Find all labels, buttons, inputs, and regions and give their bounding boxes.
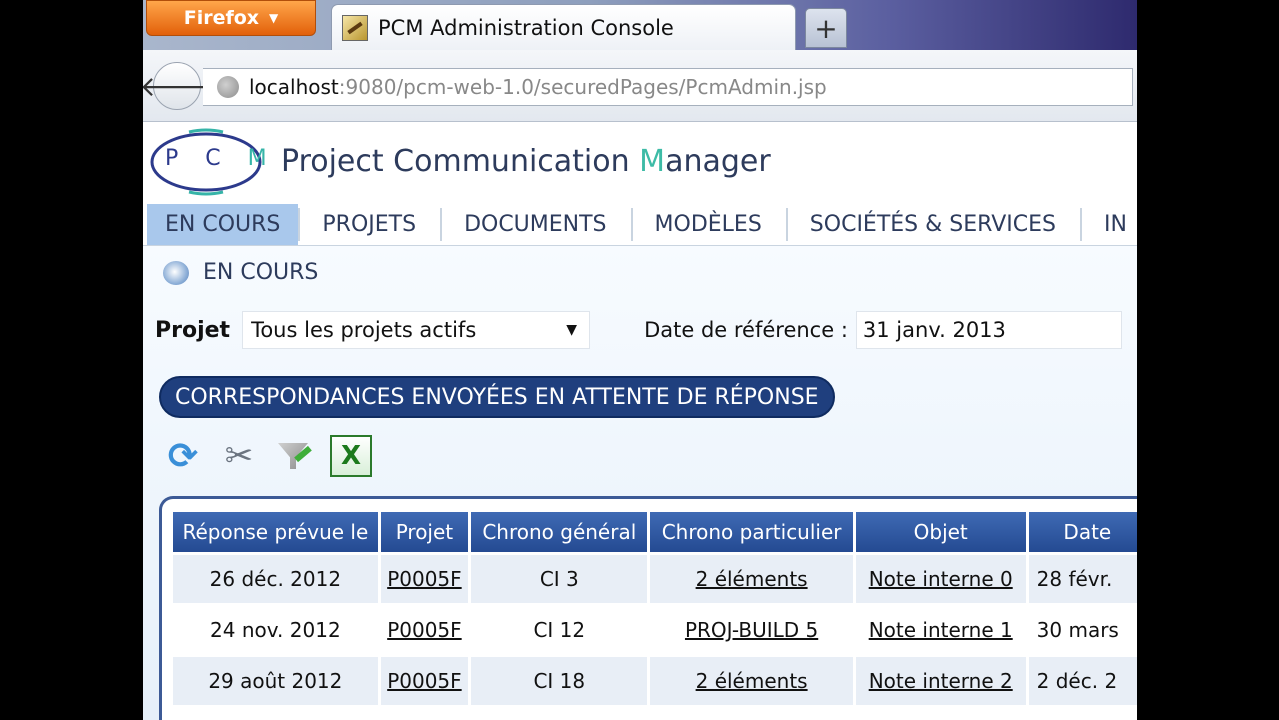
filter-icon	[276, 439, 314, 473]
cell-chrono-particulier-link[interactable]: 2 éléments	[650, 555, 853, 603]
grid-toolbar: ⟳ ✂ X	[161, 434, 373, 478]
url-text: localhost:9080/pcm-web-1.0/securedPages/…	[249, 75, 827, 99]
url-host: localhost	[249, 75, 339, 99]
filter-bar: Projet Tous les projets actifs ▼ Date de…	[155, 308, 1135, 352]
tools-icon: ✂	[224, 436, 254, 476]
back-button[interactable]: 🡐	[143, 62, 215, 110]
menu-item-documents[interactable]: DOCUMENTS	[440, 204, 630, 245]
column-header-date[interactable]: Date	[1028, 512, 1137, 552]
data-grid: Réponse prévue le Projet Chrono général …	[159, 496, 1137, 720]
main-menu: EN COURS PROJETS DOCUMENTS MODÈLES SOCIÉ…	[143, 204, 1137, 246]
refresh-button[interactable]: ⟳	[161, 434, 205, 478]
correspondence-table: Réponse prévue le Projet Chrono général …	[170, 509, 1137, 708]
filter-button[interactable]	[273, 434, 317, 478]
app-title-part-1: Project Communication	[281, 144, 640, 179]
web-page: P C M Project Communication Manager EN C…	[143, 122, 1137, 720]
menu-item-societes-services[interactable]: SOCIÉTÉS & SERVICES	[785, 204, 1080, 245]
table-row: 24 nov. 2012 P0005F CI 12 PROJ-BUILD 5 N…	[173, 606, 1137, 654]
menu-item-truncated[interactable]: IN	[1080, 204, 1137, 245]
table-row: 26 déc. 2012 P0005F CI 3 2 éléments Note…	[173, 555, 1137, 603]
cell-projet-link[interactable]: P0005F	[380, 657, 469, 705]
app-title-part-2: anager	[665, 144, 771, 179]
url-bar[interactable]: localhost:9080/pcm-web-1.0/securedPages/…	[203, 68, 1133, 106]
browser-tab[interactable]: PCM Administration Console	[331, 4, 796, 50]
projet-select[interactable]: Tous les projets actifs ▼	[242, 311, 591, 349]
cell-reponse-prevue: 29 août 2012	[173, 657, 378, 705]
home-icon[interactable]	[163, 260, 189, 285]
refresh-icon: ⟳	[167, 435, 199, 477]
date-reference-label: Date de référence :	[644, 318, 848, 342]
browser-titlebar: Firefox ▼ PCM Administration Console +	[143, 0, 1137, 50]
logo-text: P C M	[165, 146, 277, 171]
cell-date: 30 mars	[1028, 606, 1137, 654]
logo-letter-m: M	[247, 146, 277, 171]
column-header-objet[interactable]: Objet	[855, 512, 1026, 552]
cell-objet-link[interactable]: Note interne 2	[855, 657, 1026, 705]
cell-objet-link[interactable]: Note interne 0	[855, 555, 1026, 603]
cell-chrono-general: CI 3	[471, 555, 648, 603]
cell-date: 28 févr.	[1028, 555, 1137, 603]
cell-reponse-prevue: 26 déc. 2012	[173, 555, 378, 603]
cell-projet-link[interactable]: P0005F	[380, 606, 469, 654]
tab-title: PCM Administration Console	[378, 15, 674, 40]
projet-label: Projet	[155, 317, 231, 343]
column-header-chrono-general[interactable]: Chrono général	[471, 512, 648, 552]
app-header: P C M Project Communication Manager	[143, 122, 1137, 204]
cell-chrono-particulier-link[interactable]: PROJ-BUILD 5	[650, 606, 853, 654]
cell-objet-link[interactable]: Note interne 1	[855, 606, 1026, 654]
firefox-menu-label: Firefox	[183, 7, 260, 29]
chevron-down-icon: ▼	[269, 11, 279, 25]
favicon-icon	[342, 14, 368, 41]
app-title: Project Communication Manager	[281, 144, 771, 179]
cell-chrono-general: CI 18	[471, 657, 648, 705]
url-path: :9080/pcm-web-1.0/securedPages/PcmAdmin.…	[338, 75, 827, 99]
section-title: CORRESPONDANCES ENVOYÉES EN ATTENTE DE R…	[159, 376, 835, 418]
browser-navbar: 🡐 localhost:9080/pcm-web-1.0/securedPage…	[143, 50, 1137, 122]
column-header-chrono-particulier[interactable]: Chrono particulier	[650, 512, 853, 552]
table-row: 29 août 2012 P0005F CI 18 2 éléments Not…	[173, 657, 1137, 705]
cell-reponse-prevue: 24 nov. 2012	[173, 606, 378, 654]
app-title-part-m: M	[639, 144, 666, 179]
main-content: EN COURS Projet Tous les projets actifs …	[143, 246, 1137, 720]
breadcrumb-label: EN COURS	[203, 260, 319, 285]
globe-icon	[217, 76, 239, 98]
excel-icon: X	[330, 435, 372, 477]
logo-letters: P C	[165, 146, 231, 171]
menu-item-en-cours[interactable]: EN COURS	[147, 204, 299, 245]
breadcrumb: EN COURS	[163, 260, 318, 285]
cell-date: 2 déc. 2	[1028, 657, 1137, 705]
tools-button[interactable]: ✂	[217, 434, 261, 478]
cell-chrono-general: CI 12	[471, 606, 648, 654]
screen: Firefox ▼ PCM Administration Console + 🡐…	[143, 0, 1137, 720]
new-tab-button[interactable]: +	[805, 8, 847, 48]
firefox-menu-button[interactable]: Firefox ▼	[146, 0, 316, 36]
menu-item-modeles[interactable]: MODÈLES	[630, 204, 786, 245]
date-reference-input[interactable]: 31 janv. 2013	[855, 311, 1122, 349]
projet-select-value: Tous les projets actifs	[251, 318, 477, 342]
excel-export-button[interactable]: X	[329, 434, 373, 478]
menu-item-projets[interactable]: PROJETS	[298, 204, 440, 245]
chevron-down-icon: ▼	[566, 322, 578, 338]
cell-chrono-particulier-link[interactable]: 2 éléments	[650, 657, 853, 705]
column-header-reponse-prevue[interactable]: Réponse prévue le	[173, 512, 378, 552]
column-header-projet[interactable]: Projet	[380, 512, 469, 552]
cell-projet-link[interactable]: P0005F	[380, 555, 469, 603]
